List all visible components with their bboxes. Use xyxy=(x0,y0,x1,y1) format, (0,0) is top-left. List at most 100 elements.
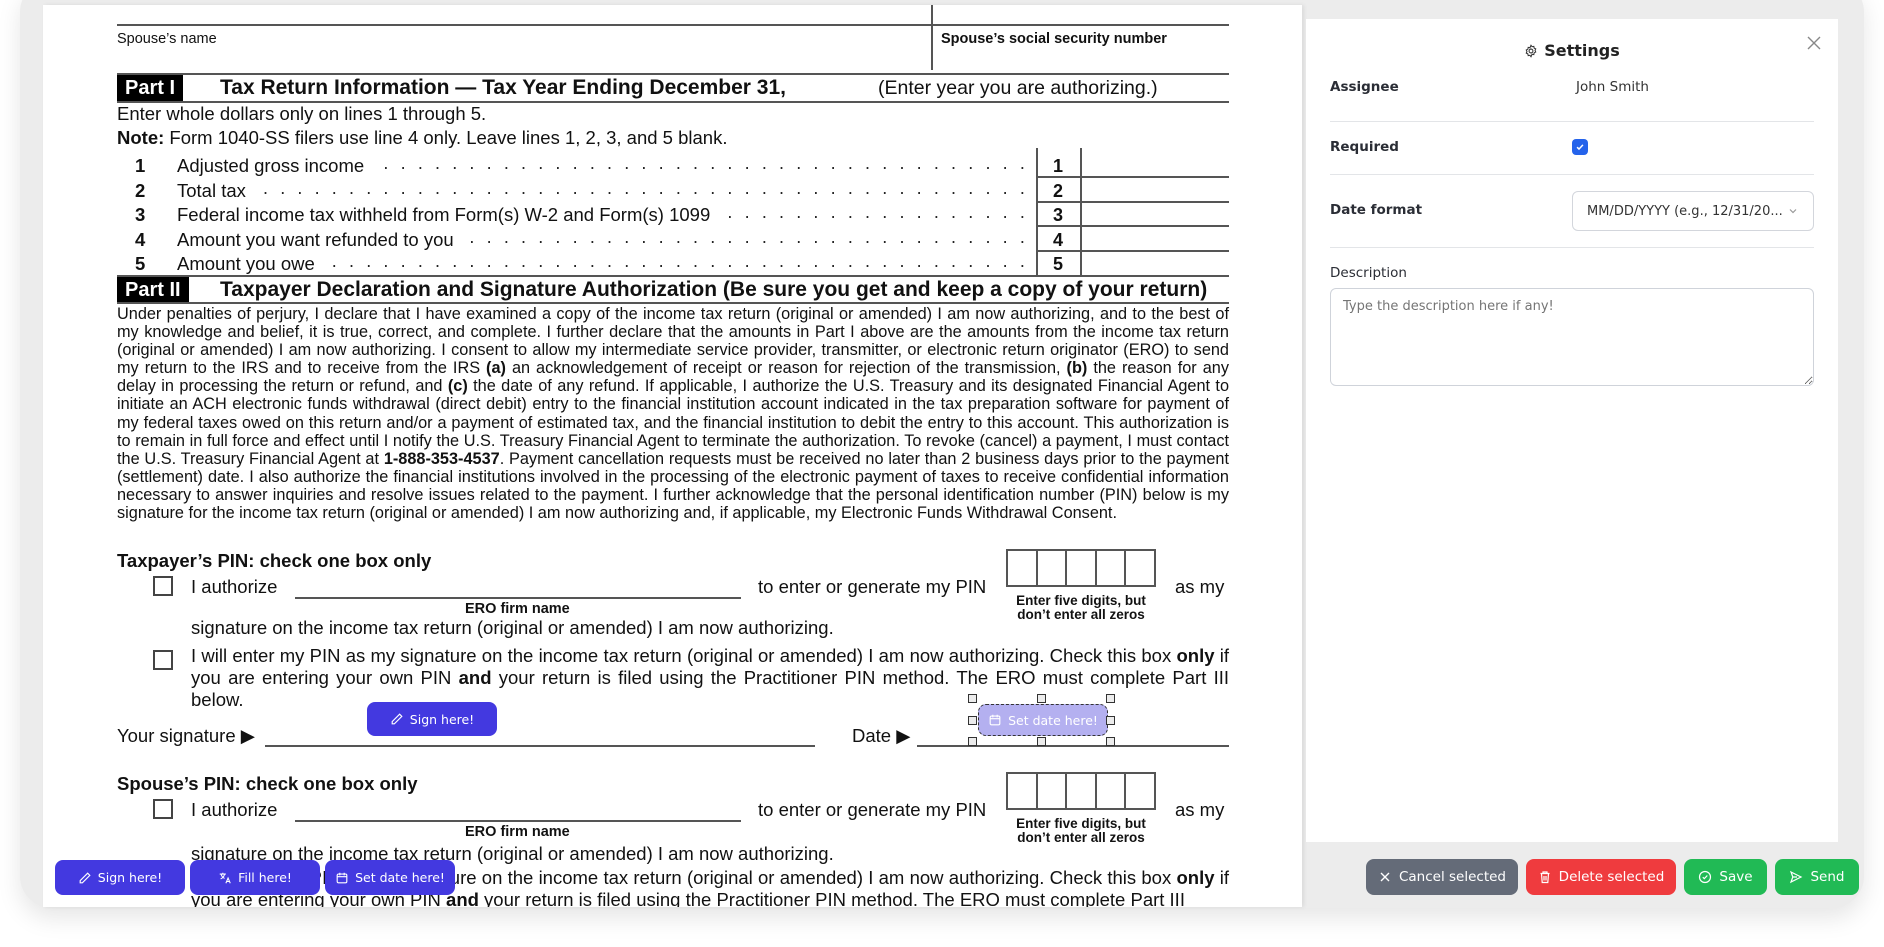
date-format-select[interactable]: MM/DD/YYYY (e.g., 12/31/20... xyxy=(1572,191,1814,231)
send-icon xyxy=(1790,870,1803,884)
line-label: Amount you want refunded to you xyxy=(177,229,460,251)
pin-note: Enter five digits, but don’t enter all z… xyxy=(1001,594,1161,622)
line-number: 2 xyxy=(135,180,146,201)
self-pin-option-text: I will enter my PIN as my signature on t… xyxy=(191,645,1229,711)
pencil-icon xyxy=(79,871,91,883)
close-icon xyxy=(1380,872,1390,882)
toolbar-set-date-label: Set date here! xyxy=(355,870,445,885)
spouse-name-field[interactable] xyxy=(117,49,929,69)
note-bold: Note: xyxy=(117,127,165,148)
check-icon xyxy=(1576,144,1584,151)
toolbar-set-date-button[interactable]: Set date here! xyxy=(325,860,455,895)
ssn-divider xyxy=(931,5,933,70)
ero-firm-label: ERO firm name xyxy=(465,824,570,840)
part1-tag: Part I xyxy=(117,75,184,101)
resize-handle-s[interactable] xyxy=(1037,737,1046,746)
required-checkbox[interactable] xyxy=(1572,139,1588,155)
check-circle-icon xyxy=(1699,870,1712,884)
taxpayer-pin-boxes[interactable] xyxy=(1006,549,1156,587)
trash-icon xyxy=(1540,871,1550,884)
calendar-icon xyxy=(336,872,348,883)
resize-handle-w[interactable] xyxy=(968,716,977,725)
cancel-selected-label: Cancel selected xyxy=(1398,869,1506,885)
option-text: your return is filed using the Practitio… xyxy=(491,667,1229,688)
line-label: Federal income tax withheld from Form(s)… xyxy=(177,204,717,226)
spouse-name-label: Spouse’s name xyxy=(117,31,217,47)
num-col-right xyxy=(1080,148,1082,276)
sign-here-field[interactable]: Sign here! xyxy=(367,702,497,736)
spouse-authorize-checkbox[interactable] xyxy=(153,799,173,819)
spouse-ssn-field[interactable] xyxy=(935,49,1225,69)
pin-note-line: Enter five digits, but xyxy=(1016,816,1146,831)
declaration-paragraph: Under penalties of perjury, I declare th… xyxy=(117,305,1229,522)
signature-line-text: signature on the income tax return (orig… xyxy=(191,617,834,638)
divider xyxy=(1330,247,1814,248)
line-amount-field[interactable] xyxy=(1083,201,1229,223)
line-box-number: 2 xyxy=(1052,181,1063,201)
taxpayer-ero-firm-field[interactable] xyxy=(295,573,741,597)
taxpayer-self-pin-checkbox[interactable] xyxy=(153,650,173,670)
assignee-label: Assignee xyxy=(1330,79,1399,95)
ero-firm-line xyxy=(295,597,741,599)
date-label: Date ▶ xyxy=(852,725,911,746)
divider xyxy=(1330,121,1814,122)
tax-year-field[interactable] xyxy=(783,75,873,99)
calendar-icon xyxy=(989,714,1001,726)
close-icon[interactable] xyxy=(1804,33,1824,53)
toolbar-sign-here-label: Sign here! xyxy=(97,870,163,885)
line-label: Amount you owe xyxy=(177,253,321,275)
your-signature-label: Your signature ▶ xyxy=(117,725,255,746)
line-box-number: 1 xyxy=(1052,156,1063,176)
line-number: 3 xyxy=(135,204,146,225)
part2-tag: Part II xyxy=(117,277,189,303)
declaration-a: (a) xyxy=(486,359,506,378)
taxpayer-authorize-checkbox[interactable] xyxy=(153,576,173,596)
delete-selected-label: Delete selected xyxy=(1558,869,1665,885)
line-amount-field[interactable] xyxy=(1083,152,1229,174)
spouse-ero-firm-field[interactable] xyxy=(295,796,741,820)
resize-handle-nw[interactable] xyxy=(968,694,977,703)
resize-handle-se[interactable] xyxy=(1106,737,1115,746)
as-my-text: as my xyxy=(1175,576,1225,597)
delete-selected-button[interactable]: Delete selected xyxy=(1526,859,1676,895)
option-and: and xyxy=(458,667,492,688)
save-button[interactable]: Save xyxy=(1684,859,1767,895)
line-amount-field[interactable] xyxy=(1083,177,1229,199)
toolbar-fill-here-button[interactable]: Fill here! xyxy=(190,860,320,895)
description-textarea[interactable] xyxy=(1330,288,1814,386)
part1-top-rule xyxy=(117,73,1229,75)
toolbar-sign-here-button[interactable]: Sign here! xyxy=(55,860,185,895)
spouse-pin-boxes[interactable] xyxy=(1006,772,1156,810)
part1-instruction: Enter whole dollars only on lines 1 thro… xyxy=(117,103,487,124)
line-amount-field[interactable] xyxy=(1083,226,1229,248)
resize-handle-e[interactable] xyxy=(1106,716,1115,725)
as-my-text: as my xyxy=(1175,799,1225,820)
line-amount-field[interactable] xyxy=(1083,250,1229,272)
taxpayer-pin-heading: Taxpayer’s PIN: check one box only xyxy=(117,550,432,571)
leader-dots: ........................................… xyxy=(177,178,1027,198)
sign-here-label: Sign here! xyxy=(409,711,475,727)
resize-handle-sw[interactable] xyxy=(968,737,977,746)
translate-icon xyxy=(219,872,231,883)
pin-note-line: Enter five digits, but xyxy=(1016,593,1146,608)
year-hint: (Enter year you are authorizing.) xyxy=(878,77,1158,99)
part2-bottom-rule xyxy=(117,302,1229,304)
ero-firm-label: ERO firm name xyxy=(465,601,570,617)
option-only: only xyxy=(1176,645,1215,666)
required-label: Required xyxy=(1330,139,1399,155)
resize-handle-n[interactable] xyxy=(1037,694,1046,703)
pin-note-line: don’t enter all zeros xyxy=(1017,607,1145,622)
option-text: below. xyxy=(191,689,244,710)
line-number: 5 xyxy=(135,253,146,274)
treasury-phone: 1-888-353-4537 xyxy=(383,449,500,468)
pencil-icon xyxy=(391,713,403,725)
to-enter-pin-text: to enter or generate my PIN xyxy=(758,576,987,597)
to-enter-pin-text: to enter or generate my PIN xyxy=(758,799,987,820)
set-date-field-selected[interactable]: Set date here! xyxy=(978,704,1108,736)
authorize-label: I authorize xyxy=(191,576,278,597)
cancel-selected-button[interactable]: Cancel selected xyxy=(1366,859,1518,895)
resize-handle-ne[interactable] xyxy=(1106,694,1115,703)
date-format-value: MM/DD/YYYY (e.g., 12/31/20... xyxy=(1587,203,1783,219)
send-button[interactable]: Send xyxy=(1775,859,1859,895)
authorize-label: I authorize xyxy=(191,799,278,820)
